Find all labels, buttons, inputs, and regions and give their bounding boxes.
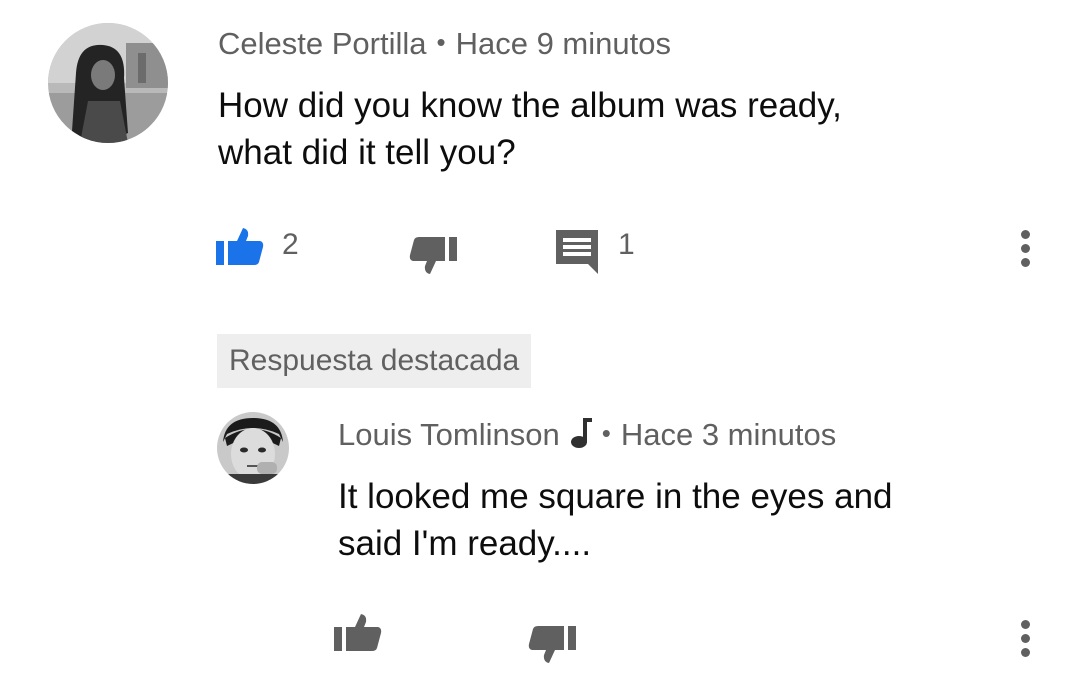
like-count: 2 xyxy=(282,228,299,261)
comment-header: Celeste Portilla • Hace 9 minutos xyxy=(218,28,671,59)
reply-more-options-button[interactable] xyxy=(1018,620,1032,662)
comment-text-line: what did it tell you? xyxy=(218,133,516,172)
like-button[interactable] xyxy=(216,226,264,266)
separator-dot: • xyxy=(601,418,611,448)
thumbs-down-icon xyxy=(409,237,457,274)
reply-like-button[interactable] xyxy=(334,612,382,652)
comment-text: How did you know the album was ready, wh… xyxy=(218,82,842,176)
reply-text-line: said I'm ready.... xyxy=(338,524,592,563)
reply-count: 1 xyxy=(618,228,635,261)
comment-text-line: How did you know the album was ready, xyxy=(218,86,842,125)
commenter-avatar[interactable] xyxy=(48,23,168,143)
reply-button[interactable] xyxy=(556,230,598,274)
kebab-dot xyxy=(1020,258,1030,267)
comment-time[interactable]: Hace 9 minutos xyxy=(456,26,671,61)
kebab-dot xyxy=(1020,244,1030,253)
thumbs-up-icon xyxy=(334,614,382,651)
pinned-reply-chip: Respuesta destacada xyxy=(217,334,532,388)
kebab-dot xyxy=(1020,620,1030,629)
kebab-dot xyxy=(1020,230,1030,239)
separator-dot: • xyxy=(436,27,446,57)
dislike-button[interactable] xyxy=(409,236,457,276)
comment-bubble-icon xyxy=(556,230,598,274)
comment-more-options-button[interactable] xyxy=(1018,230,1032,272)
reply-dislike-button[interactable] xyxy=(528,625,576,665)
reply-text-line: It looked me square in the eyes and xyxy=(338,477,893,516)
comment-author[interactable]: Celeste Portilla xyxy=(218,26,426,61)
reply-author-avatar[interactable] xyxy=(217,412,289,484)
kebab-dot xyxy=(1020,648,1030,657)
kebab-dot xyxy=(1020,634,1030,643)
reply-text: It looked me square in the eyes and said… xyxy=(338,473,893,567)
reply-author[interactable]: Louis Tomlinson xyxy=(338,417,560,452)
reply-time[interactable]: Hace 3 minutos xyxy=(621,417,836,452)
music-note-icon xyxy=(570,418,592,453)
reply-header: Louis Tomlinson • Hace 3 minutos xyxy=(338,418,836,453)
thumbs-down-icon xyxy=(528,626,576,663)
thumbs-up-icon xyxy=(216,228,264,265)
